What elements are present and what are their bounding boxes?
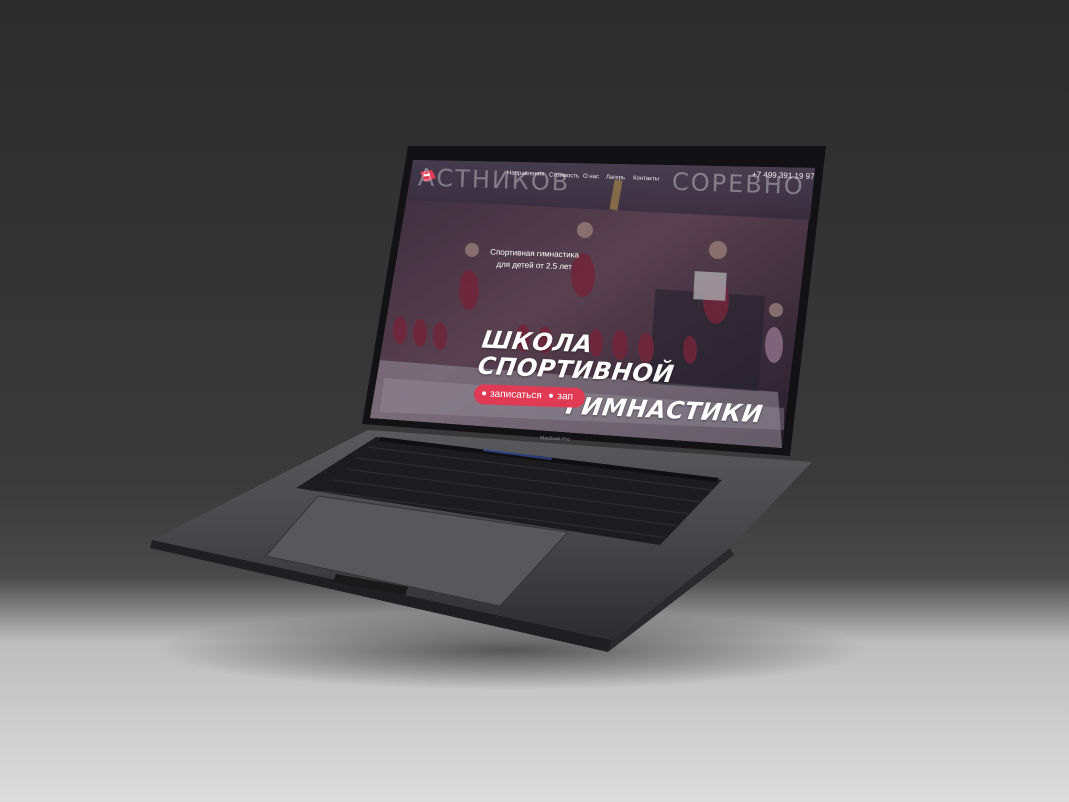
- signup-button-label: записаться: [489, 388, 542, 402]
- nav-item-directions[interactable]: Направления: [507, 170, 545, 177]
- nav-item-price[interactable]: Стоимость: [549, 172, 579, 179]
- nav-item-camp[interactable]: Лагерь: [606, 175, 625, 182]
- bullet-icon: [481, 391, 487, 396]
- nav-item-about[interactable]: О нас: [583, 174, 599, 181]
- bullet-icon: [549, 393, 554, 398]
- laptop-base: [150, 430, 812, 652]
- nav-item-contacts[interactable]: Контакты: [633, 176, 659, 183]
- signup-button-label-repeat: зап: [557, 390, 574, 403]
- background-word-left: АСТНИКОВ: [417, 163, 571, 197]
- signup-button[interactable]: записаться зап: [473, 384, 586, 408]
- hero-subtitle: Спортивная гимнастика для детей от 2.5 л…: [490, 246, 579, 273]
